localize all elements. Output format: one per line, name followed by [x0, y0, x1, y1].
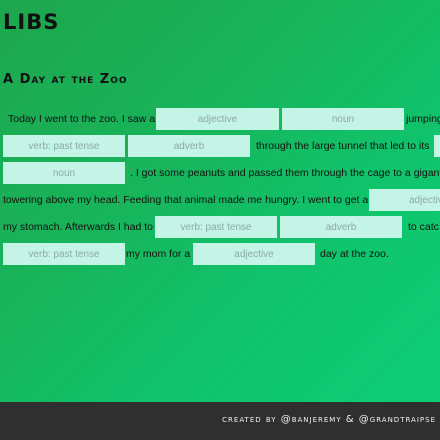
footer: created by @banjeremy & @grandtraipse: [0, 402, 440, 440]
story-title: A Day at the Zoo: [3, 72, 128, 87]
adjective-input[interactable]: [156, 108, 279, 130]
story-text: . I got some peanuts and passed them thr…: [130, 167, 440, 179]
story-text: through the large tunnel that led to its: [256, 140, 430, 152]
story-line: my mom for a day at the zoo.: [0, 243, 440, 265]
noun-input[interactable]: [282, 108, 404, 130]
story-line: through the large tunnel that led to its: [0, 135, 440, 157]
story-text: Today I went to the zoo. I saw a: [8, 113, 156, 125]
story-line: Today I went to the zoo. I saw a jumping: [0, 108, 440, 130]
story-text: jumping: [406, 113, 440, 125]
story-line: my stomach. Afterwards I had to to catc: [0, 216, 440, 238]
verb-past-tense-input[interactable]: [3, 243, 125, 265]
credit-text: created by @banjeremy & @grandtraipse: [222, 414, 436, 425]
adjective-input[interactable]: [369, 189, 440, 211]
story-line: towering above my head. Feeding that ani…: [0, 189, 440, 211]
adjective-input[interactable]: [193, 243, 315, 265]
noun-input-partial[interactable]: [434, 135, 440, 157]
story-line: . I got some peanuts and passed them thr…: [0, 162, 440, 184]
app-title: LIBS: [3, 10, 60, 34]
adverb-input[interactable]: [128, 135, 250, 157]
verb-past-tense-input[interactable]: [3, 135, 125, 157]
story-text: my mom for a: [126, 248, 191, 260]
noun-input[interactable]: [3, 162, 125, 184]
story-text: to catc: [408, 221, 439, 233]
verb-past-tense-input[interactable]: [155, 216, 277, 238]
story-text: my stomach. Afterwards I had to: [3, 221, 153, 233]
story-text: day at the zoo.: [320, 248, 389, 260]
adverb-input[interactable]: [280, 216, 402, 238]
story-text: towering above my head. Feeding that ani…: [3, 194, 369, 206]
